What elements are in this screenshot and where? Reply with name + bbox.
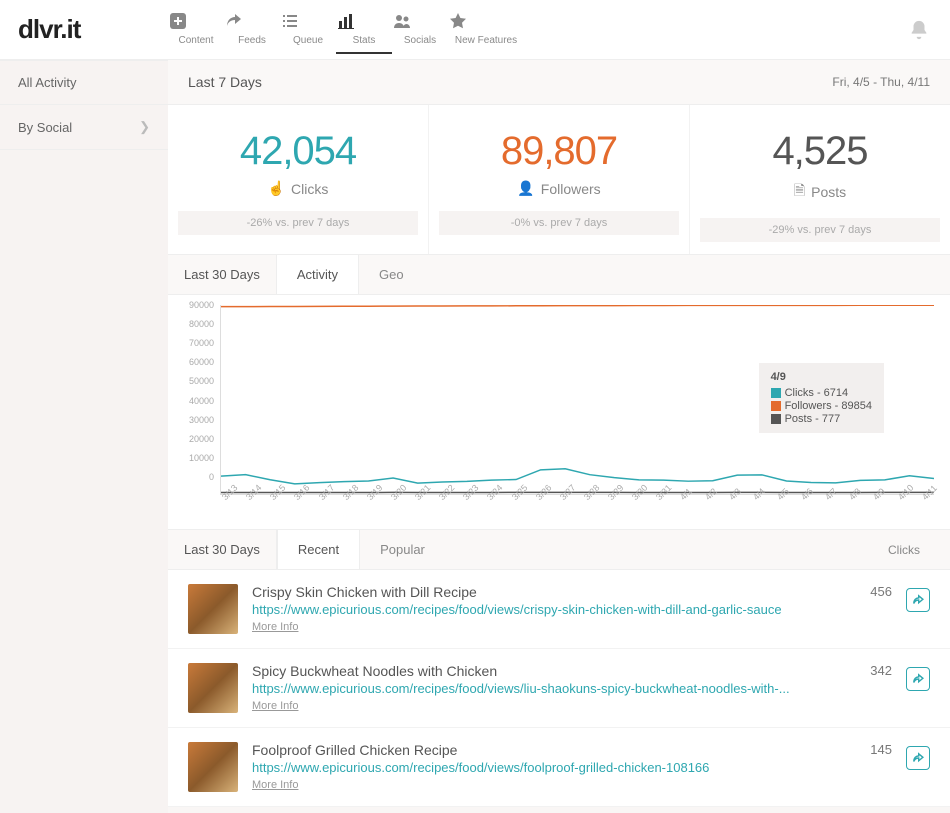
post-info: Foolproof Grilled Chicken Recipe https://…	[252, 742, 828, 791]
stat-clicks: 42,054 ☝ Clicks -26% vs. prev 7 days	[168, 105, 429, 254]
sidebar-item-label: All Activity	[18, 75, 77, 90]
top-bar: dlvr.it Content Feeds Queue Stats Social…	[0, 0, 950, 60]
sidebar-item-all-activity[interactable]: All Activity	[0, 60, 168, 105]
stat-delta: -26% vs. prev 7 days	[178, 211, 418, 235]
share-arrow-icon	[911, 751, 925, 765]
stat-label: Posts	[811, 184, 846, 200]
posts-tabs: Last 30 Days Recent Popular Clicks	[168, 530, 950, 570]
stat-label: Followers	[541, 181, 601, 197]
y-axis-labels: 0100002000030000400005000060000700008000…	[178, 305, 218, 477]
share-button[interactable]	[906, 746, 930, 770]
activity-chart: 0100002000030000400005000060000700008000…	[168, 295, 950, 530]
share-button[interactable]	[906, 667, 930, 691]
stat-posts: 4,525 🗎 Posts -29% vs. prev 7 days	[690, 105, 950, 254]
tab-activity[interactable]: Activity	[277, 255, 359, 294]
stat-value: 4,525	[700, 129, 940, 174]
post-title: Spicy Buckwheat Noodles with Chicken	[252, 663, 828, 679]
user-icon: 👤	[517, 180, 534, 197]
tooltip-posts: Posts - 777	[785, 413, 841, 425]
more-info-link[interactable]: More Info	[252, 621, 298, 633]
nav-feeds[interactable]: Feeds	[224, 5, 280, 54]
more-info-link[interactable]: More Info	[252, 779, 298, 791]
post-info: Spicy Buckwheat Noodles with Chicken http…	[252, 663, 828, 712]
document-icon: 🗎	[794, 180, 805, 204]
post-url[interactable]: https://www.epicurious.com/recipes/food/…	[252, 602, 828, 617]
logo[interactable]: dlvr.it	[0, 14, 168, 45]
post-row: Foolproof Grilled Chicken Recipe https://…	[168, 728, 950, 807]
tooltip-clicks: Clicks - 6714	[785, 387, 849, 399]
post-thumbnail[interactable]	[188, 584, 238, 634]
post-row: Crispy Skin Chicken with Dill Recipe http…	[168, 570, 950, 649]
nav-queue[interactable]: Queue	[280, 5, 336, 54]
post-title: Foolproof Grilled Chicken Recipe	[252, 742, 828, 758]
sidebar-item-label: By Social	[18, 120, 72, 135]
post-thumbnail[interactable]	[188, 663, 238, 713]
post-click-count: 145	[842, 742, 892, 757]
sidebar-item-by-social[interactable]: By Social ❯	[0, 105, 168, 150]
range-header: Last 7 Days Fri, 4/5 - Thu, 4/11	[168, 60, 950, 105]
nav-socials[interactable]: Socials	[392, 5, 448, 54]
nav-new-features[interactable]: New Features	[448, 5, 524, 54]
chart-tabs: Last 30 Days Activity Geo	[168, 255, 950, 295]
main-content: Last 7 Days Fri, 4/5 - Thu, 4/11 42,054 …	[168, 60, 950, 813]
chart-range-label: Last 30 Days	[168, 255, 277, 294]
posts-range-label: Last 30 Days	[168, 530, 277, 569]
bar-chart-icon	[336, 11, 392, 33]
users-icon	[392, 11, 448, 33]
stat-delta: -0% vs. prev 7 days	[439, 211, 679, 235]
chart-tooltip: 4/9 Clicks - 6714 Followers - 89854 Post…	[759, 363, 884, 433]
chart-plot: 4/9 Clicks - 6714 Followers - 89854 Post…	[220, 305, 934, 495]
share-arrow-icon	[911, 672, 925, 686]
post-url[interactable]: https://www.epicurious.com/recipes/food/…	[252, 760, 828, 775]
legend-swatch-followers	[771, 401, 781, 411]
post-click-count: 342	[842, 663, 892, 678]
top-nav: Content Feeds Queue Stats Socials New Fe…	[168, 5, 524, 54]
post-thumbnail[interactable]	[188, 742, 238, 792]
legend-swatch-posts	[771, 414, 781, 424]
tab-geo[interactable]: Geo	[359, 255, 424, 294]
share-arrow-icon	[911, 593, 925, 607]
posts-metric-header: Clicks	[888, 543, 950, 557]
posts-list: Crispy Skin Chicken with Dill Recipe http…	[168, 570, 950, 807]
star-icon	[448, 11, 524, 33]
chevron-right-icon: ❯	[139, 119, 150, 135]
tab-popular[interactable]: Popular	[360, 530, 445, 569]
tab-recent[interactable]: Recent	[277, 530, 360, 569]
sidebar: All Activity By Social ❯	[0, 60, 168, 813]
tooltip-date: 4/9	[771, 371, 872, 383]
nav-content[interactable]: Content	[168, 5, 224, 54]
stat-delta: -29% vs. prev 7 days	[700, 218, 940, 242]
share-button[interactable]	[906, 588, 930, 612]
post-row: Spicy Buckwheat Noodles with Chicken http…	[168, 649, 950, 728]
pointer-icon: ☝	[268, 180, 285, 197]
plus-square-icon	[168, 11, 224, 33]
post-url[interactable]: https://www.epicurious.com/recipes/food/…	[252, 681, 828, 696]
date-range: Fri, 4/5 - Thu, 4/11	[832, 75, 930, 89]
more-info-link[interactable]: More Info	[252, 700, 298, 712]
notifications-button[interactable]	[908, 19, 930, 41]
summary-stats: 42,054 ☝ Clicks -26% vs. prev 7 days 89,8…	[168, 105, 950, 255]
stat-value: 42,054	[178, 129, 418, 174]
stat-label: Clicks	[291, 181, 328, 197]
bell-icon	[908, 19, 930, 41]
share-arrow-icon	[224, 11, 280, 33]
x-axis-labels: 3/133/143/153/163/173/183/193/203/213/22…	[220, 495, 934, 505]
legend-swatch-clicks	[771, 388, 781, 398]
post-info: Crispy Skin Chicken with Dill Recipe http…	[252, 584, 828, 633]
tooltip-followers: Followers - 89854	[785, 400, 872, 412]
post-title: Crispy Skin Chicken with Dill Recipe	[252, 584, 828, 600]
stat-value: 89,807	[439, 129, 679, 174]
stat-followers: 89,807 👤 Followers -0% vs. prev 7 days	[429, 105, 690, 254]
post-click-count: 456	[842, 584, 892, 599]
list-icon	[280, 11, 336, 33]
range-label: Last 7 Days	[188, 74, 262, 90]
nav-stats[interactable]: Stats	[336, 5, 392, 54]
